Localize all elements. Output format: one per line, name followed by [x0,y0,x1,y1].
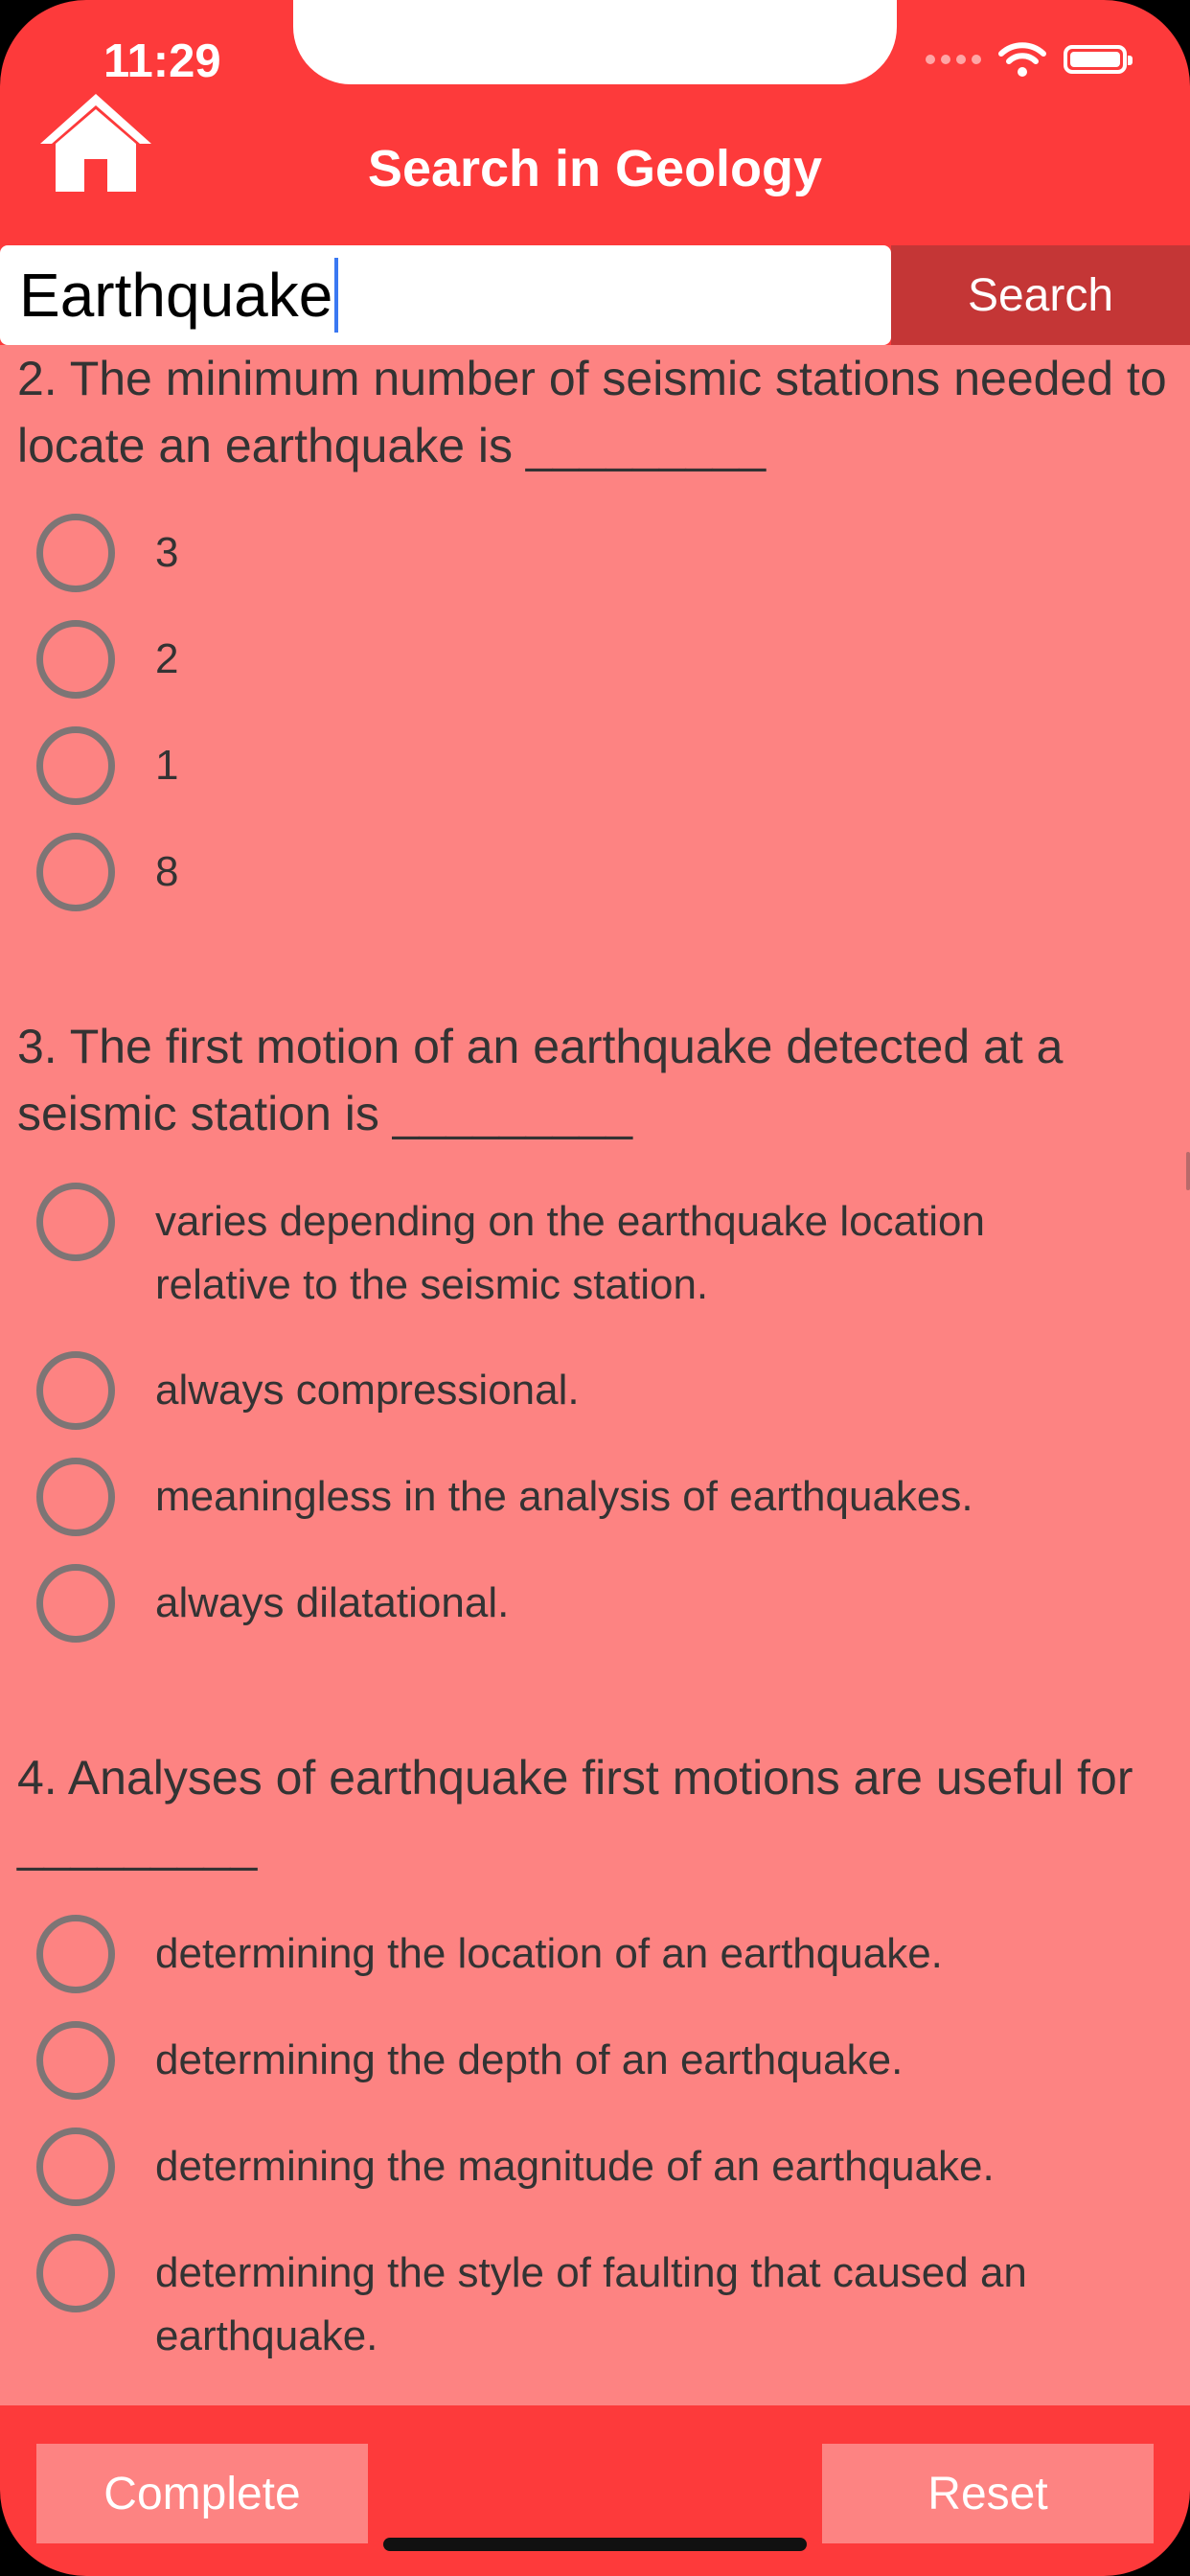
search-input-value: Earthquake [19,261,333,330]
battery-icon [1064,45,1133,74]
radio-button[interactable] [36,833,115,911]
answer-label: determining the style of faulting that c… [155,2249,1027,2359]
radio-button[interactable] [36,1183,115,1261]
answer-label: 3 [155,529,179,576]
radio-button[interactable] [36,1564,115,1643]
question-text: 4. Analyses of earthquake first motions … [17,1751,1133,1872]
question-block: 2. The minimum number of seismic station… [0,345,1190,479]
answer-label: meaningless in the analysis of earthquak… [155,1473,973,1520]
search-input[interactable]: Earthquake [0,245,891,345]
scroll-indicator[interactable] [1186,1152,1190,1190]
status-time: 11:29 [103,35,221,87]
device-notch [293,0,897,84]
search-bar: Earthquake Search [0,245,1190,345]
complete-button[interactable]: Complete [36,2444,368,2543]
reset-button[interactable]: Reset [822,2444,1154,2543]
radio-button[interactable] [36,1351,115,1430]
page-title: Search in Geology [367,140,823,197]
radio-button[interactable] [36,620,115,699]
home-indicator[interactable] [383,2538,807,2551]
text-caret [334,258,339,333]
cellular-signal-icon [926,55,981,64]
answer-option[interactable]: 3 [0,514,178,592]
answer-option[interactable]: 2 [0,620,178,699]
question-text: 2. The minimum number of seismic station… [17,352,1167,472]
wifi-icon [998,42,1046,77]
answer-option[interactable]: determining the depth of an earthquake. [0,2021,903,2100]
answer-option[interactable]: always compressional. [0,1351,580,1430]
answer-option[interactable]: always dilatational. [0,1564,509,1643]
answer-label: determining the magnitude of an earthqua… [155,2143,995,2190]
answer-option[interactable]: 8 [0,833,178,911]
question-text: 3. The first motion of an earthquake det… [17,1020,1064,1140]
radio-button[interactable] [36,514,115,592]
answer-label: always dilatational. [155,1579,510,1626]
radio-button[interactable] [36,2128,115,2206]
radio-button[interactable] [36,2021,115,2100]
answer-option[interactable]: meaningless in the analysis of earthquak… [0,1458,973,1536]
answer-option[interactable]: determining the magnitude of an earthqua… [0,2128,995,2206]
answer-label: determining the depth of an earthquake. [155,2036,904,2083]
answer-label: varies depending on the earthquake locat… [155,1198,985,1308]
question-block: 4. Analyses of earthquake first motions … [0,1744,1190,1878]
answer-label: always compressional. [155,1367,580,1414]
answer-label: 8 [155,848,179,895]
question-list: 2. The minimum number of seismic station… [0,345,1190,2405]
radio-button[interactable] [36,1915,115,1993]
status-icons [926,42,1133,77]
radio-button[interactable] [36,2234,115,2312]
app-screen: 11:29 Search in Geology Earthquake Searc… [0,0,1190,2576]
answer-label: 1 [155,742,179,789]
answer-option[interactable]: determining the style of faulting that c… [0,2234,1094,2368]
answer-option[interactable]: varies depending on the earthquake locat… [0,1183,1094,1317]
answer-option[interactable]: 1 [0,726,178,805]
radio-button[interactable] [36,1458,115,1536]
question-block: 3. The first motion of an earthquake det… [0,1013,1190,1147]
answer-label: determining the location of an earthquak… [155,1930,943,1977]
radio-button[interactable] [36,726,115,805]
search-button[interactable]: Search [891,245,1190,345]
answer-option[interactable]: determining the location of an earthquak… [0,1915,943,1993]
answer-label: 2 [155,635,179,682]
